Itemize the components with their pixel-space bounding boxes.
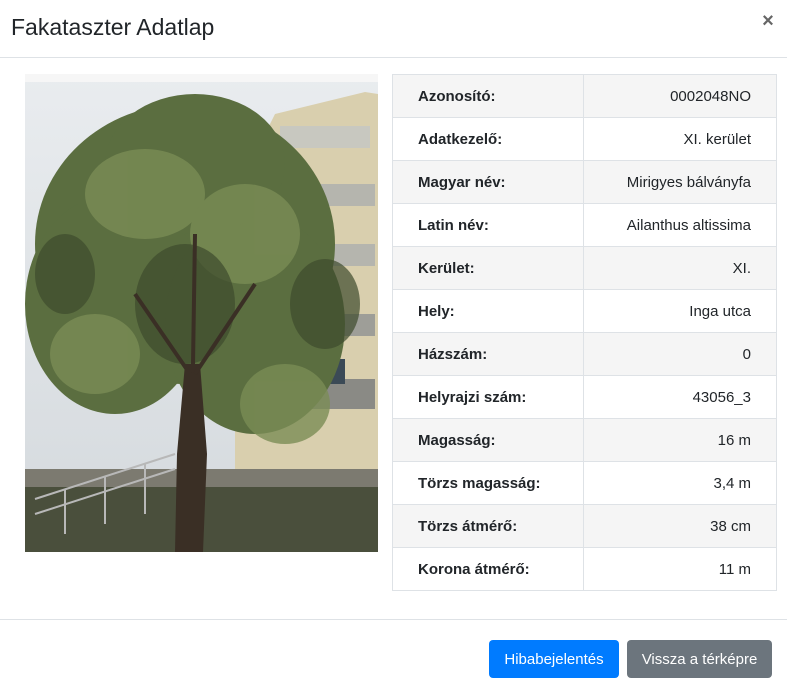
detail-label: Azonosító:	[391, 74, 585, 118]
close-icon[interactable]: ×	[758, 10, 778, 32]
detail-value: 16 m	[583, 418, 777, 462]
tree-photo	[25, 74, 378, 552]
detail-label: Latin név:	[391, 203, 585, 247]
detail-label: Magyar név:	[391, 160, 585, 204]
tree-details-table: Azonosító: 0002048NO Adatkezelő: XI. kerüle…	[391, 74, 777, 591]
table-row: Törzs átmérő: 38 cm	[391, 504, 777, 548]
table-row: Helyrajzi szám: 43056_3	[391, 375, 777, 419]
detail-value: Mirigyes bálványfa	[583, 160, 777, 204]
detail-label: Törzs átmérő:	[391, 504, 585, 548]
table-row: Törzs magasság: 3,4 m	[391, 461, 777, 505]
modal-title: Fakataszter Adatlap	[11, 14, 215, 40]
table-row: Kerület: XI.	[391, 246, 777, 290]
back-to-map-button[interactable]: Vissza a térképre	[627, 640, 772, 678]
table-row: Hely: Inga utca	[391, 289, 777, 333]
detail-label: Adatkezelő:	[391, 117, 585, 161]
detail-label: Magasság:	[391, 418, 585, 462]
detail-label: Kerület:	[391, 246, 585, 290]
detail-label: Helyrajzi szám:	[391, 375, 585, 419]
detail-value: 0002048NO	[583, 74, 777, 118]
table-row: Magyar név: Mirigyes bálványfa	[391, 160, 777, 204]
detail-label: Korona átmérő:	[391, 547, 585, 591]
table-row: Adatkezelő: XI. kerület	[391, 117, 777, 161]
detail-value: 3,4 m	[583, 461, 777, 505]
detail-value: Inga utca	[583, 289, 777, 333]
report-issue-button[interactable]: Hibabejelentés	[489, 640, 619, 678]
detail-label: Házszám:	[391, 332, 585, 376]
table-row: Latin név: Ailanthus altissima	[391, 203, 777, 247]
modal-footer: Hibabejelentés Vissza a térképre	[0, 619, 787, 685]
detail-value: 0	[583, 332, 777, 376]
table-row: Magasság: 16 m	[391, 418, 777, 462]
detail-value: XI.	[583, 246, 777, 290]
detail-label: Hely:	[391, 289, 585, 333]
table-row: Korona átmérő: 11 m	[391, 547, 777, 591]
table-row: Házszám: 0	[391, 332, 777, 376]
detail-label: Törzs magasság:	[391, 461, 585, 505]
modal-header: Fakataszter Adatlap ×	[0, 0, 787, 58]
detail-value: 11 m	[583, 547, 777, 591]
table-row: Azonosító: 0002048NO	[391, 74, 777, 118]
detail-value: Ailanthus altissima	[583, 203, 777, 247]
detail-value: 38 cm	[583, 504, 777, 548]
tree-details-modal: Fakataszter Adatlap × Azonosító: 0002048…	[0, 0, 787, 685]
detail-value: XI. kerület	[583, 117, 777, 161]
detail-value: 43056_3	[583, 375, 777, 419]
